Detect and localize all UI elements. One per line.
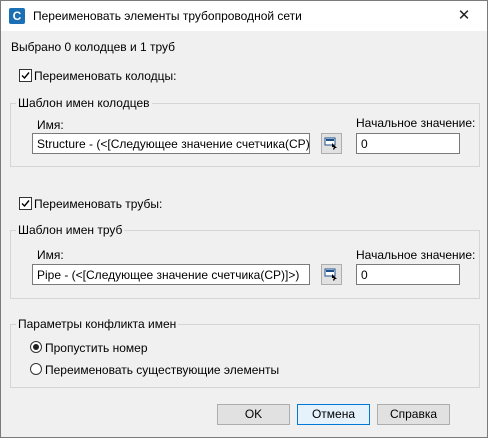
rename-dialog: C Переименовать элементы трубопроводной … (0, 0, 488, 438)
pick-from-drawing-icon (324, 268, 337, 281)
selection-summary: Выбрано 0 колодцев и 1 труб (11, 40, 176, 54)
checkmark-icon (21, 200, 30, 208)
structure-template-label: Шаблон имен колодцев (16, 96, 152, 110)
pipe-start-field[interactable]: 0 (356, 264, 460, 285)
pipe-name-field[interactable]: Pipe - (<[Следующее значение счетчика(CP… (32, 264, 310, 285)
structure-start-label: Начальное значение: (356, 116, 476, 130)
structure-pick-button[interactable] (321, 133, 342, 154)
structure-name-label: Имя: (37, 118, 64, 132)
pipe-pick-button[interactable] (321, 264, 342, 285)
close-icon[interactable]: ✕ (441, 1, 487, 31)
cancel-button[interactable]: Отмена (297, 404, 370, 425)
radio-selected-dot (33, 344, 39, 350)
skip-number-radio[interactable] (30, 341, 42, 353)
structure-name-field[interactable]: Structure - (<[Следующее значение счетчи… (32, 133, 310, 154)
rename-existing-label[interactable]: Переименовать существующие элементы (45, 363, 279, 377)
conflict-label: Параметры конфликта имен (16, 317, 179, 331)
pipe-start-label: Начальное значение: (356, 248, 476, 262)
app-icon: C (9, 8, 25, 24)
rename-structures-checkbox[interactable] (19, 69, 32, 82)
skip-number-label[interactable]: Пропустить номер (45, 341, 148, 355)
conflict-group (10, 324, 480, 388)
window-title: Переименовать элементы трубопроводной се… (33, 9, 302, 23)
rename-pipes-label[interactable]: Переименовать трубы: (34, 197, 162, 211)
pipe-name-label: Имя: (37, 248, 64, 262)
rename-structures-label[interactable]: Переименовать колодцы: (34, 69, 176, 83)
pick-from-drawing-icon (324, 137, 337, 150)
help-button[interactable]: Справка (377, 404, 450, 425)
title-bar: C Переименовать элементы трубопроводной … (1, 1, 487, 31)
ok-button[interactable]: OK (217, 404, 290, 425)
rename-pipes-checkbox[interactable] (19, 197, 32, 210)
rename-existing-radio[interactable] (30, 363, 42, 375)
structure-start-field[interactable]: 0 (356, 133, 460, 154)
checkmark-icon (21, 72, 30, 80)
pipe-template-label: Шаблон имен труб (16, 223, 125, 237)
